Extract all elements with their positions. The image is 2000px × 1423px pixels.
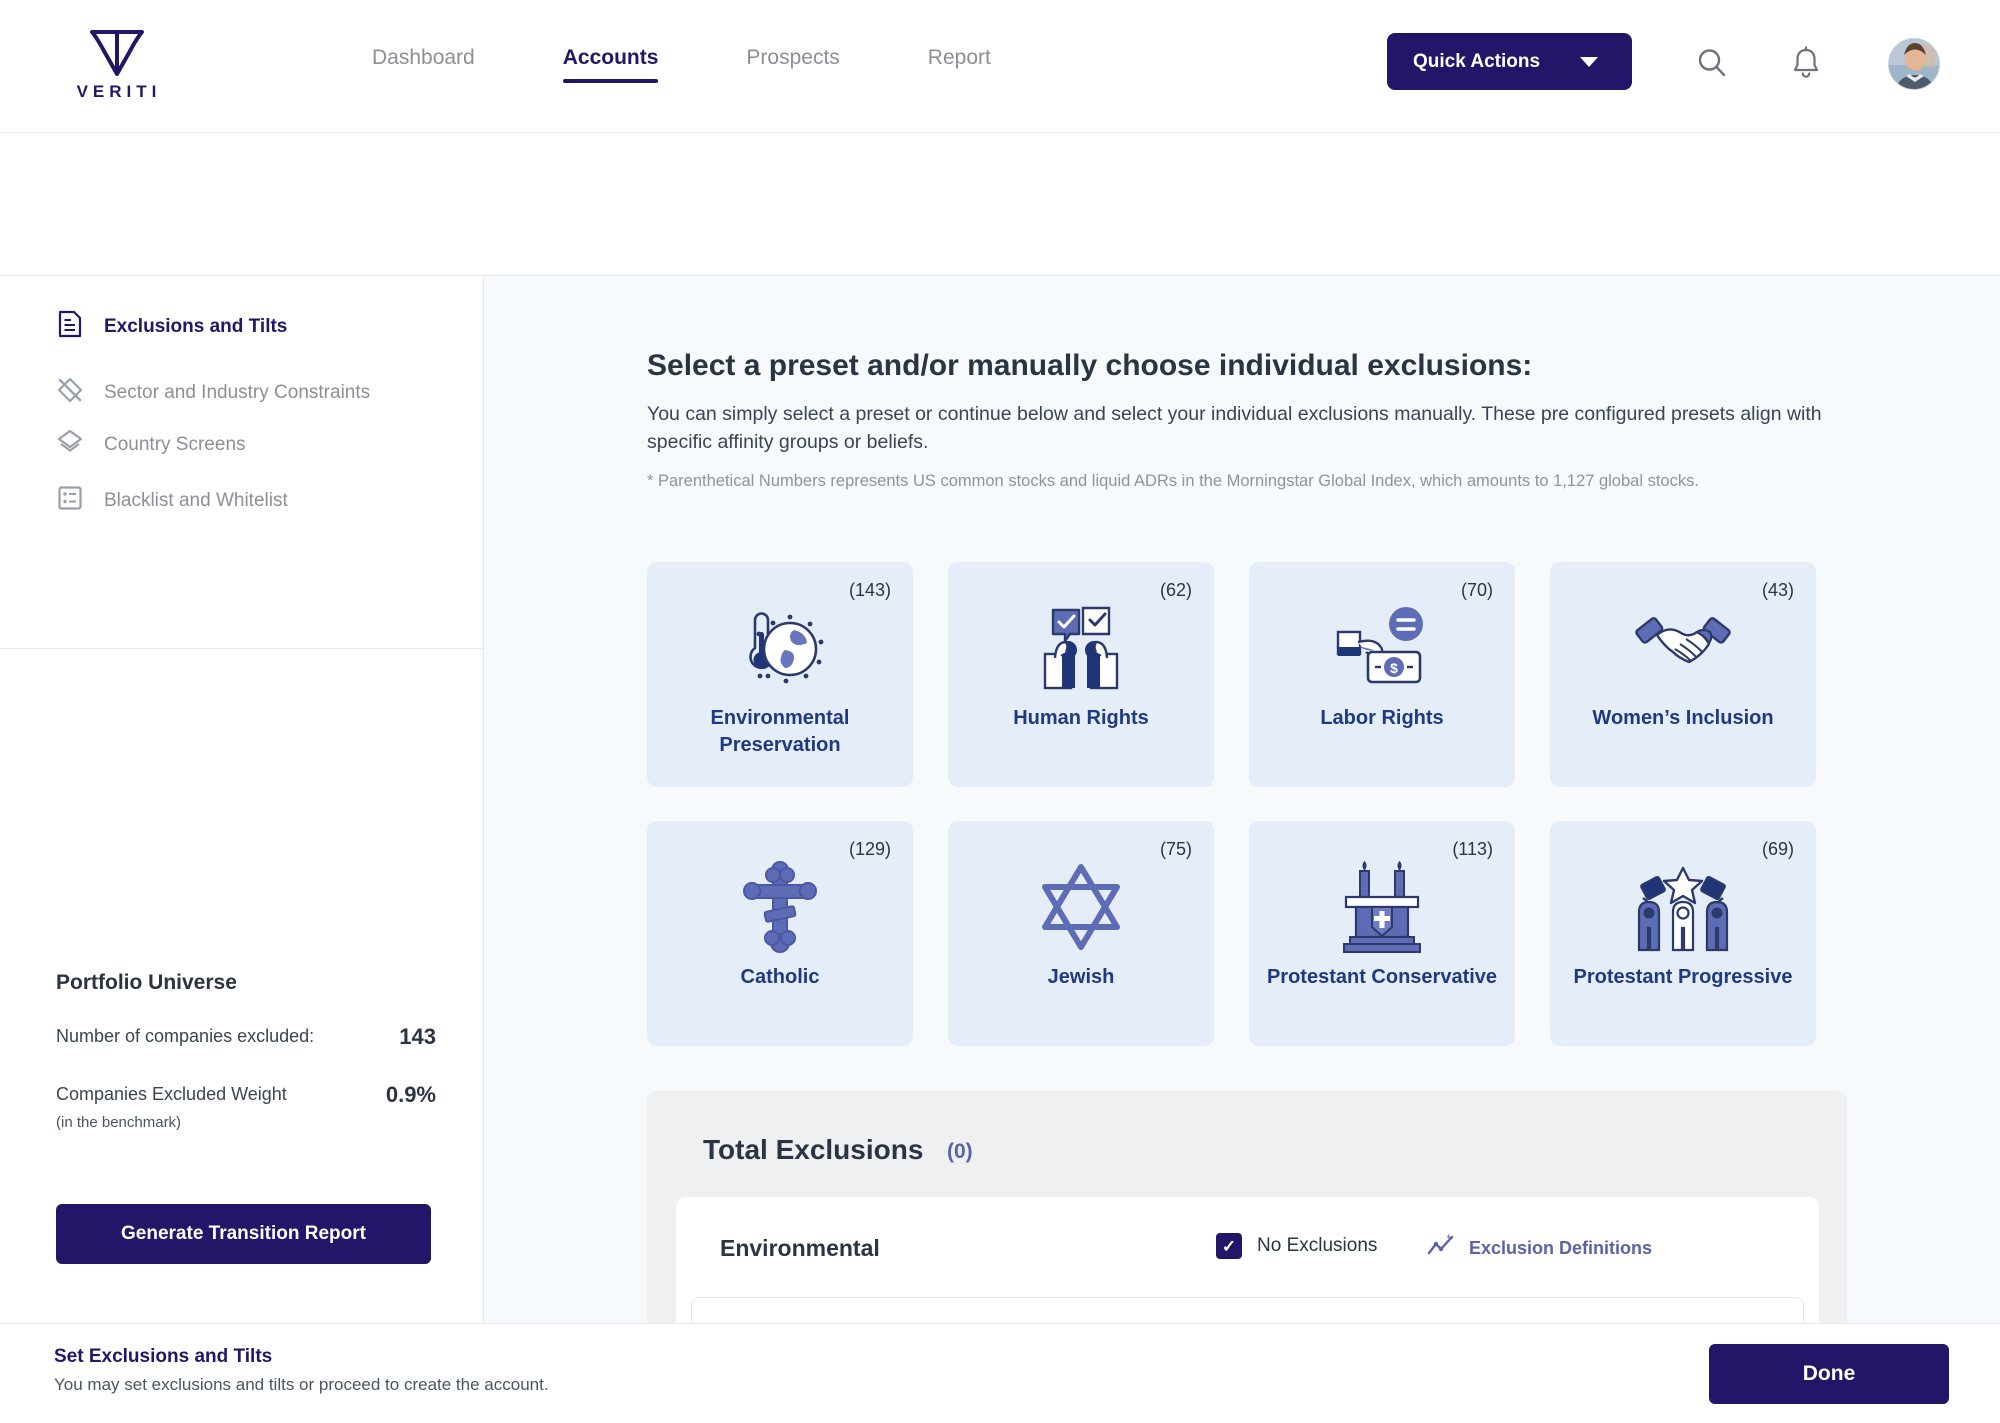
- checkbox-checked-icon: ✓: [1216, 1233, 1242, 1259]
- preset-count-womens-inclusion: (43): [1761, 580, 1794, 600]
- preset-label-catholic: Catholic: [740, 966, 820, 988]
- main-content-panel: Select a preset and/or manually choose i…: [484, 276, 2000, 1323]
- preset-card-protestant-progressive[interactable]: (69) Protestant Progressive: [1550, 821, 1816, 1046]
- quick-actions-label: Quick Actions: [1413, 50, 1541, 72]
- preset-card-womens-inclusion[interactable]: (43) Women’s Inclusion: [1550, 562, 1816, 787]
- orthodox-cross-icon: [647, 859, 913, 954]
- footer-bar: Set Exclusions and Tilts You may set exc…: [0, 1323, 2000, 1423]
- preset-count-protestant-progressive: (69): [1761, 839, 1794, 859]
- preset-row-2: (129) Catholic (75) Jewish (113) Protest…: [647, 821, 1847, 1046]
- environmental-exclusion-card: Environmental ✓ No Exclusions Exclusion …: [676, 1197, 1819, 1323]
- companies-excluded-weight-value: 0.9%: [385, 1082, 436, 1107]
- sidebar-label-exclusions-and-tilts: Exclusions and Tilts: [104, 315, 288, 337]
- environmental-section-title: Environmental: [720, 1235, 880, 1261]
- total-exclusions-panel: Total Exclusions (0) Environmental ✓ No …: [647, 1091, 1847, 1323]
- primary-nav: Dashboard Accounts Prospects Report: [372, 46, 1079, 83]
- preset-card-catholic[interactable]: (129) Catholic: [647, 821, 913, 1046]
- preset-count-jewish: (75): [1159, 839, 1192, 859]
- thermometer-globe-icon: [647, 600, 913, 695]
- page-body: Exclusions and Tilts Sector and Industry…: [0, 276, 2000, 1323]
- sidebar-divider: [0, 648, 484, 649]
- page-title: Select a preset and/or manually choose i…: [647, 349, 1533, 382]
- page-footnote: * Parenthetical Numbers represents US co…: [647, 472, 1699, 490]
- total-exclusions-count: (0): [947, 1140, 973, 1163]
- footer-title: Set Exclusions and Tilts: [54, 1346, 273, 1367]
- preset-label-labor-rights: Labor Rights: [1320, 707, 1444, 729]
- sidebar-label-country-screens: Country Screens: [104, 433, 246, 455]
- sidebar-label-blacklist-and-whitelist: Blacklist and Whitelist: [104, 489, 288, 511]
- sidebar-item-exclusions-and-tilts[interactable]: Exclusions and Tilts: [56, 310, 287, 343]
- preset-label-environmental-preservation: Environmental Preservation: [710, 707, 850, 756]
- preset-label-human-rights: Human Rights: [1013, 707, 1149, 729]
- preset-count-labor-rights: (70): [1460, 580, 1493, 600]
- preset-card-jewish[interactable]: (75) Jewish: [948, 821, 1214, 1046]
- generate-transition-report-button[interactable]: Generate Transition Report: [56, 1204, 431, 1264]
- carbon-emissions-row[interactable]: Carbon Emissions (0) Ignore Curated Broa…: [691, 1297, 1804, 1323]
- companies-excluded-row: Number of companies excluded: 143: [56, 1024, 436, 1049]
- document-icon: [56, 310, 84, 343]
- no-exclusions-label: No Exclusions: [1257, 1235, 1378, 1256]
- benchmark-note: (in the benchmark): [56, 1114, 182, 1131]
- preset-row-1: (143) Environmental Preservation (62) Hu…: [647, 562, 1847, 787]
- top-navigation-bar: VERITI Dashboard Accounts Prospects Repo…: [0, 0, 2000, 133]
- sidebar-item-country-screens[interactable]: Country Screens: [56, 428, 246, 461]
- no-exclusions-checkbox[interactable]: ✓ No Exclusions: [1216, 1233, 1377, 1259]
- preset-label-jewish: Jewish: [1047, 966, 1115, 988]
- three-people-icon: [1550, 859, 1816, 954]
- preset-card-grid: (143) Environmental Preservation (62) Hu…: [647, 562, 1847, 1080]
- notification-bell-icon[interactable]: [1790, 46, 1822, 85]
- companies-excluded-weight-row: Companies Excluded Weight 0.9%: [56, 1082, 436, 1107]
- nav-link-report[interactable]: Report: [928, 46, 991, 83]
- left-sidebar: Exclusions and Tilts Sector and Industry…: [0, 276, 484, 1323]
- trend-sparkle-icon: [1426, 1233, 1456, 1264]
- exclusion-definitions-link[interactable]: Exclusion Definitions: [1426, 1233, 1652, 1264]
- two-people-check-icon: [948, 600, 1214, 695]
- portfolio-universe-title: Portfolio Universe: [56, 971, 237, 994]
- app-root: VERITI Dashboard Accounts Prospects Repo…: [0, 0, 2000, 1423]
- veriti-logo-text: VERITI: [76, 82, 162, 101]
- preset-card-human-rights[interactable]: (62) Human Rights: [948, 562, 1214, 787]
- preset-count-catholic: (129): [848, 839, 891, 859]
- progress-stepper: ✓ Account Information ✓ Account Configur…: [0, 133, 2000, 379]
- preset-card-protestant-conservative[interactable]: (113) Protestant Conservative: [1249, 821, 1515, 1046]
- preset-card-labor-rights[interactable]: (70) $ Labor Rights: [1249, 562, 1515, 787]
- sidebar-label-sector-and-industry-constraints: Sector and Industry Constraints: [104, 381, 371, 403]
- nav-link-prospects[interactable]: Prospects: [746, 46, 839, 83]
- star-of-david-icon: [948, 859, 1214, 954]
- page-description: You can simply select a preset or contin…: [647, 403, 1822, 453]
- altar-candles-icon: [1249, 859, 1515, 954]
- quick-actions-button[interactable]: Quick Actions: [1387, 33, 1632, 90]
- sidebar-item-sector-and-industry-constraints[interactable]: Sector and Industry Constraints: [56, 376, 370, 409]
- svg-text:$: $: [1390, 660, 1398, 676]
- search-icon[interactable]: [1695, 46, 1729, 85]
- list-icon: [56, 484, 84, 517]
- preset-count-environmental-preservation: (143): [848, 580, 891, 600]
- veriti-logo[interactable]: VERITI: [62, 28, 172, 102]
- hand-money-equals-icon: $: [1249, 600, 1515, 695]
- nav-link-dashboard[interactable]: Dashboard: [372, 46, 475, 83]
- preset-label-womens-inclusion: Women’s Inclusion: [1592, 707, 1774, 729]
- companies-excluded-value: 143: [399, 1024, 436, 1049]
- preset-count-protestant-conservative: (113): [1452, 839, 1493, 859]
- veriti-logo-mark: [90, 30, 144, 76]
- companies-excluded-weight-label: Companies Excluded Weight: [56, 1084, 287, 1104]
- layers-icon: [56, 428, 84, 461]
- preset-label-protestant-progressive: Protestant Progressive: [1573, 966, 1793, 988]
- sector-slash-icon: [56, 376, 84, 409]
- footer-subtitle: You may set exclusions and tilts or proc…: [54, 1375, 549, 1394]
- sidebar-item-blacklist-and-whitelist[interactable]: Blacklist and Whitelist: [56, 484, 288, 517]
- chevron-down-icon: [1580, 56, 1598, 67]
- preset-label-protestant-conservative: Protestant Conservative: [1266, 966, 1498, 988]
- handshake-icon: [1550, 600, 1816, 695]
- preset-count-human-rights: (62): [1159, 580, 1192, 600]
- preset-card-environmental-preservation[interactable]: (143) Environmental Preservation: [647, 562, 913, 787]
- nav-link-accounts[interactable]: Accounts: [562, 46, 658, 83]
- exclusion-definitions-label: Exclusion Definitions: [1469, 1238, 1653, 1258]
- done-button[interactable]: Done: [1709, 1344, 1949, 1404]
- companies-excluded-label: Number of companies excluded:: [56, 1026, 315, 1046]
- total-exclusions-title: Total Exclusions: [703, 1134, 924, 1165]
- user-avatar[interactable]: [1888, 38, 1940, 90]
